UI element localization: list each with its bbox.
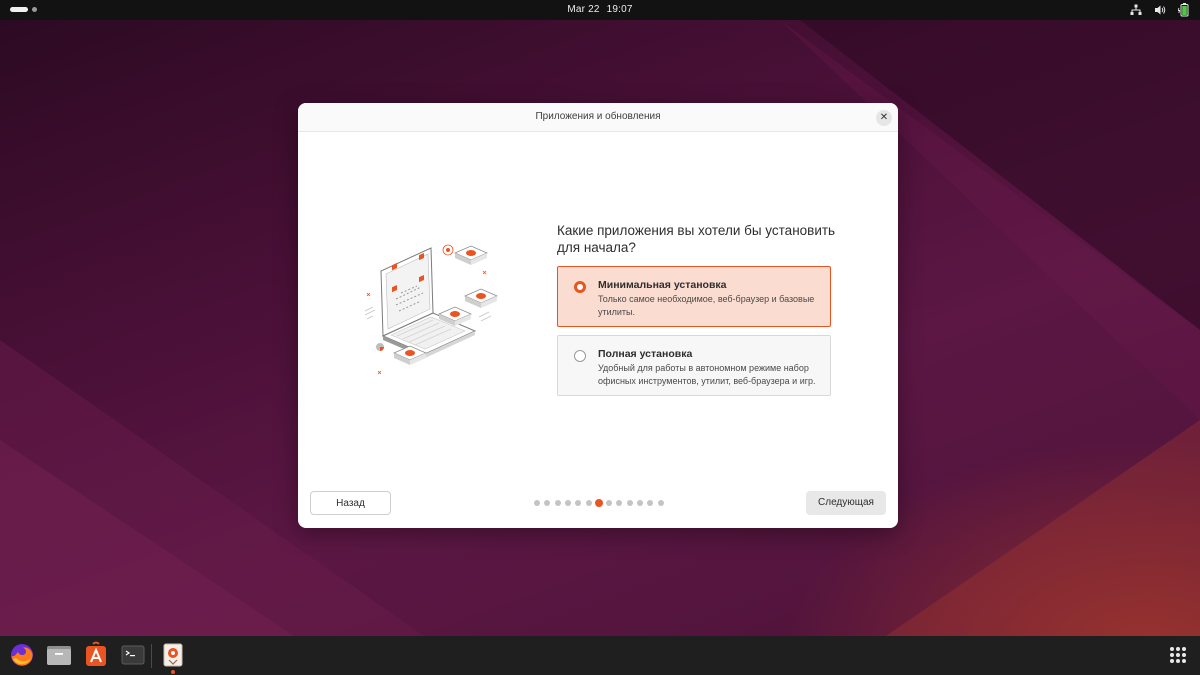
- pager-dot: [637, 500, 643, 506]
- top-bar: Mar 22 19:07: [0, 0, 1200, 20]
- laptop-apps-illustration: [364, 244, 498, 375]
- pager-dot: [544, 500, 551, 506]
- pager-dot: [534, 500, 540, 506]
- dock-app-center[interactable]: [82, 641, 110, 669]
- pager-dot: [616, 500, 623, 506]
- option-full-install[interactable]: Полная установка Удобный для работы в ав…: [557, 335, 831, 396]
- firefox-icon: [11, 644, 33, 666]
- dock-files[interactable]: [45, 641, 73, 669]
- installer-icon: [163, 643, 183, 667]
- dock-terminal[interactable]: [119, 641, 147, 669]
- show-apps-icon: [1170, 647, 1186, 663]
- pager-dot: [564, 500, 571, 506]
- option-title: Полная установка: [598, 348, 693, 360]
- pager-dot: [594, 499, 603, 507]
- installer-dialog: Приложения и обновления ✕ Какие приложен…: [298, 103, 898, 528]
- clock[interactable]: Mar 22 19:07: [0, 0, 1200, 20]
- radio-minimal[interactable]: [574, 281, 586, 293]
- option-title: Минимальная установка: [598, 279, 727, 291]
- dialog-title: Приложения и обновления: [535, 111, 661, 122]
- option-description: Удобный для работы в автономном режиме н…: [598, 363, 816, 386]
- dock-installer[interactable]: [159, 641, 187, 669]
- clock-date: Mar 22: [567, 4, 600, 15]
- volume-icon: [1155, 5, 1166, 15]
- back-button[interactable]: Назад: [310, 491, 391, 515]
- terminal-icon: [121, 645, 145, 665]
- system-tray[interactable]: [1130, 3, 1190, 17]
- option-minimal-install[interactable]: Минимальная установка Только самое необх…: [557, 266, 831, 327]
- pager-dot: [585, 500, 592, 506]
- pager-dot: [647, 500, 654, 506]
- app-tile-right: [464, 288, 498, 308]
- radio-full[interactable]: [574, 350, 586, 362]
- pager-dot: [606, 500, 613, 506]
- dock: [0, 636, 1200, 675]
- pager-dot: [554, 500, 561, 506]
- dock-firefox[interactable]: [8, 641, 36, 669]
- app-tile-top: [454, 245, 488, 265]
- files-icon: [47, 646, 71, 665]
- next-button[interactable]: Следующая: [806, 491, 886, 515]
- battery-icon: [1178, 3, 1189, 17]
- pager-dot: [575, 500, 582, 506]
- clock-time: 19:07: [606, 4, 633, 15]
- dock-separator: [151, 644, 152, 668]
- close-button[interactable]: ✕: [876, 110, 892, 126]
- option-description: Только самое необходимое, веб-браузер и …: [598, 294, 815, 317]
- running-indicator: [171, 670, 175, 674]
- question-heading: Какие приложения вы хотели бы установить…: [557, 223, 836, 255]
- app-center-icon: [86, 641, 106, 666]
- pager-dot: [657, 500, 664, 506]
- pager-dot: [626, 500, 633, 506]
- dialog-header: Приложения и обновления ✕: [298, 103, 898, 132]
- network-icon: [1130, 4, 1142, 15]
- dock-show-apps[interactable]: [1164, 641, 1192, 669]
